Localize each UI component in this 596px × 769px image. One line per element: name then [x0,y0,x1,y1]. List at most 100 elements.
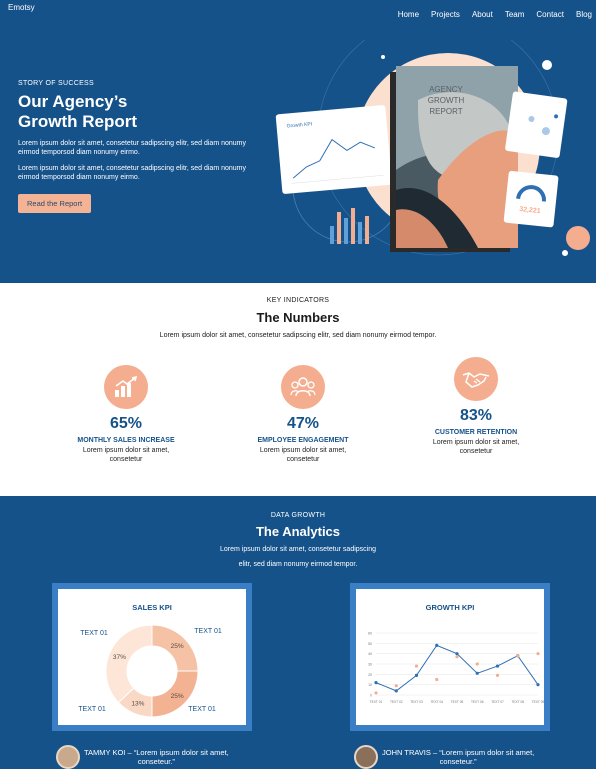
quote-john: JOHN TRAVIS – “Lorem ipsum dolor sit ame… [382,748,534,766]
quote-line2: conseteur.” [137,757,175,766]
series-point [435,643,439,647]
dot-large [566,226,590,250]
y-tick-label: 10 [368,683,372,687]
slice-value-label: 37% [113,654,126,661]
stat-value: 65% [109,415,143,432]
hero-bars [330,208,369,244]
analytics-subtitle-1: Lorem ipsum dolor sit amet, consetetur s… [219,546,377,553]
hero-text: STORY OF SUCCESS Our Agency’s Growth Rep… [18,80,258,213]
nav-home[interactable]: Home [398,10,419,19]
series-point [495,664,500,668]
stat-desc-line1: Lorem ipsum dolor sit amet, [432,439,520,446]
nav-projects[interactable]: Projects [431,10,460,19]
stat-desc-line1: Lorem ipsum dolor sit amet, [259,447,347,454]
x-tick-label: TEXT 02 [390,700,403,704]
nav-about[interactable]: About [472,10,493,19]
y-tick-label: 0 [370,694,372,698]
numbers-section: KEY INDICATORS The Numbers Lorem ipsum d… [0,283,596,496]
stat-desc-line2: consetetur [286,456,320,463]
y-tick-label: 40 [368,652,372,656]
y-tick-label: 60 [368,632,372,636]
hero-paragraph-1: Lorem ipsum dolor sit amet, consetetur s… [18,140,246,156]
growth-kpi-chart: 0 10 20 30 40 50 60 TEXT 01 TEXT 02 TEXT 03 TEXT 0… [368,632,544,705]
main-nav: Home Projects About Team Contact Blog [398,10,592,19]
stat-label: EMPLOYEE ENGAGEMENT [257,437,349,444]
stat-desc: Lorem ipsum dolor sit amet, consetetur [233,446,373,464]
logo[interactable]: Emotsy [8,3,35,12]
series-point [495,673,500,677]
slice-category-label: TEXT 01 [80,630,108,637]
hero-paragraph-2: Lorem ipsum dolor sit amet, consetetur s… [18,165,246,181]
stat-engagement: 47% EMPLOYEE ENGAGEMENT Lorem ipsum dolo… [233,365,373,464]
stat-desc-line2: consetetur [459,448,493,455]
numbers-subtitle: Lorem ipsum dolor sit amet, consetetur s… [159,332,437,339]
series-point [394,689,398,693]
report-book: AGENCY GROWTH REPORT [390,66,518,252]
read-report-button[interactable]: Read the Report [18,194,92,213]
x-tick-label: TEXT 07 [491,700,504,704]
slice-category-label: TEXT 01 [78,706,106,713]
hero-illustration: Growth KPI AGENCY GROWTH REPORT 32,221 [275,40,590,256]
analytics-kicker: DATA GROWTH [270,512,326,519]
growth-kpi-inner: GROWTH KPI 0 10 20 30 40 50 60 TEXT 01 TEXT 02 TE… [356,589,544,725]
numbers-title: The Numbers [256,310,340,325]
hero-title-line1: Our Agency’s [18,92,128,111]
quote-tammy: TAMMY KOI – “Lorem ipsum dolor sit amet,… [84,748,229,766]
quote-line1: TAMMY KOI – “Lorem ipsum dolor sit amet, [84,748,229,757]
series-point [455,655,459,659]
series-point [414,664,419,668]
chart-growth-icon [104,365,148,409]
avatar-tammy [56,745,80,769]
series-point [536,683,540,687]
x-tick-label: TEXT 01 [370,700,383,704]
donut-slice [105,624,153,704]
x-tick-label: TEXT 05 [451,700,464,704]
hero-title-line2: Growth Report [18,112,137,131]
handshake-icon [454,357,498,401]
stat-desc-line1: Lorem ipsum dolor sit amet, [82,447,170,454]
sales-kpi-chart: 25% TEXT 01 25% TEXT 01 13% TEXT 01 37% TEXT 01 [78,624,222,718]
dot [542,60,552,70]
nav-contact[interactable]: Contact [536,10,564,19]
x-tick-label: TEXT 06 [471,700,484,704]
nav-team[interactable]: Team [505,10,525,19]
slice-value-label: 25% [171,643,184,650]
line-chart-card: Growth KPI [275,105,392,194]
series-point [536,652,540,656]
series-point [435,677,439,682]
series-point [475,671,479,675]
x-tick-label: TEXT 09 [532,700,544,704]
analytics-section: DATA GROWTH The Analytics Lorem ipsum do… [0,496,596,769]
analytics-title: The Analytics [255,524,341,539]
y-tick-label: 20 [368,673,372,677]
series-point [455,652,459,656]
stat-value: 83% [459,407,493,424]
dot-small [562,250,568,256]
series-point [394,684,398,688]
nav-blog[interactable]: Blog [576,10,592,19]
hero-section: Emotsy Home Projects About Team Contact … [0,0,596,283]
analytics-subtitle-2: elitr, sed diam nonumy eirmod tempor. [238,561,358,568]
series-point [374,681,378,685]
stat-desc-line2: consetetur [109,456,143,463]
stat-sales: 65% MONTHLY SALES INCREASE Lorem ipsum d… [56,365,196,464]
y-tick-label: 30 [368,663,372,667]
x-tick-label: TEXT 08 [511,700,524,704]
y-tick-label: 50 [368,642,372,646]
team-icon [281,365,325,409]
series-point [475,662,479,666]
series-point [414,673,419,677]
book-text-1: AGENCY [429,85,463,94]
quote-line1: JOHN TRAVIS – “Lorem ipsum dolor sit ame… [382,748,535,757]
book-text-2: GROWTH [428,96,465,105]
sales-kpi-panel: SALES KPI 25% TEXT 01 25% TEXT 01 13% TEXT 01… [52,583,252,731]
dot-tiny [381,55,385,59]
slice-category-label: TEXT 01 [188,706,216,713]
x-tick-label: TEXT 04 [430,700,443,704]
stat-label: CUSTOMER RETENTION [434,429,518,436]
quote-line2: conseteur.” [439,757,477,766]
slice-value-label: 13% [131,701,144,708]
stat-desc: Lorem ipsum dolor sit amet, consetetur [56,446,196,464]
x-tick-label: TEXT 03 [410,700,423,704]
slice-category-label: TEXT 01 [194,628,222,635]
